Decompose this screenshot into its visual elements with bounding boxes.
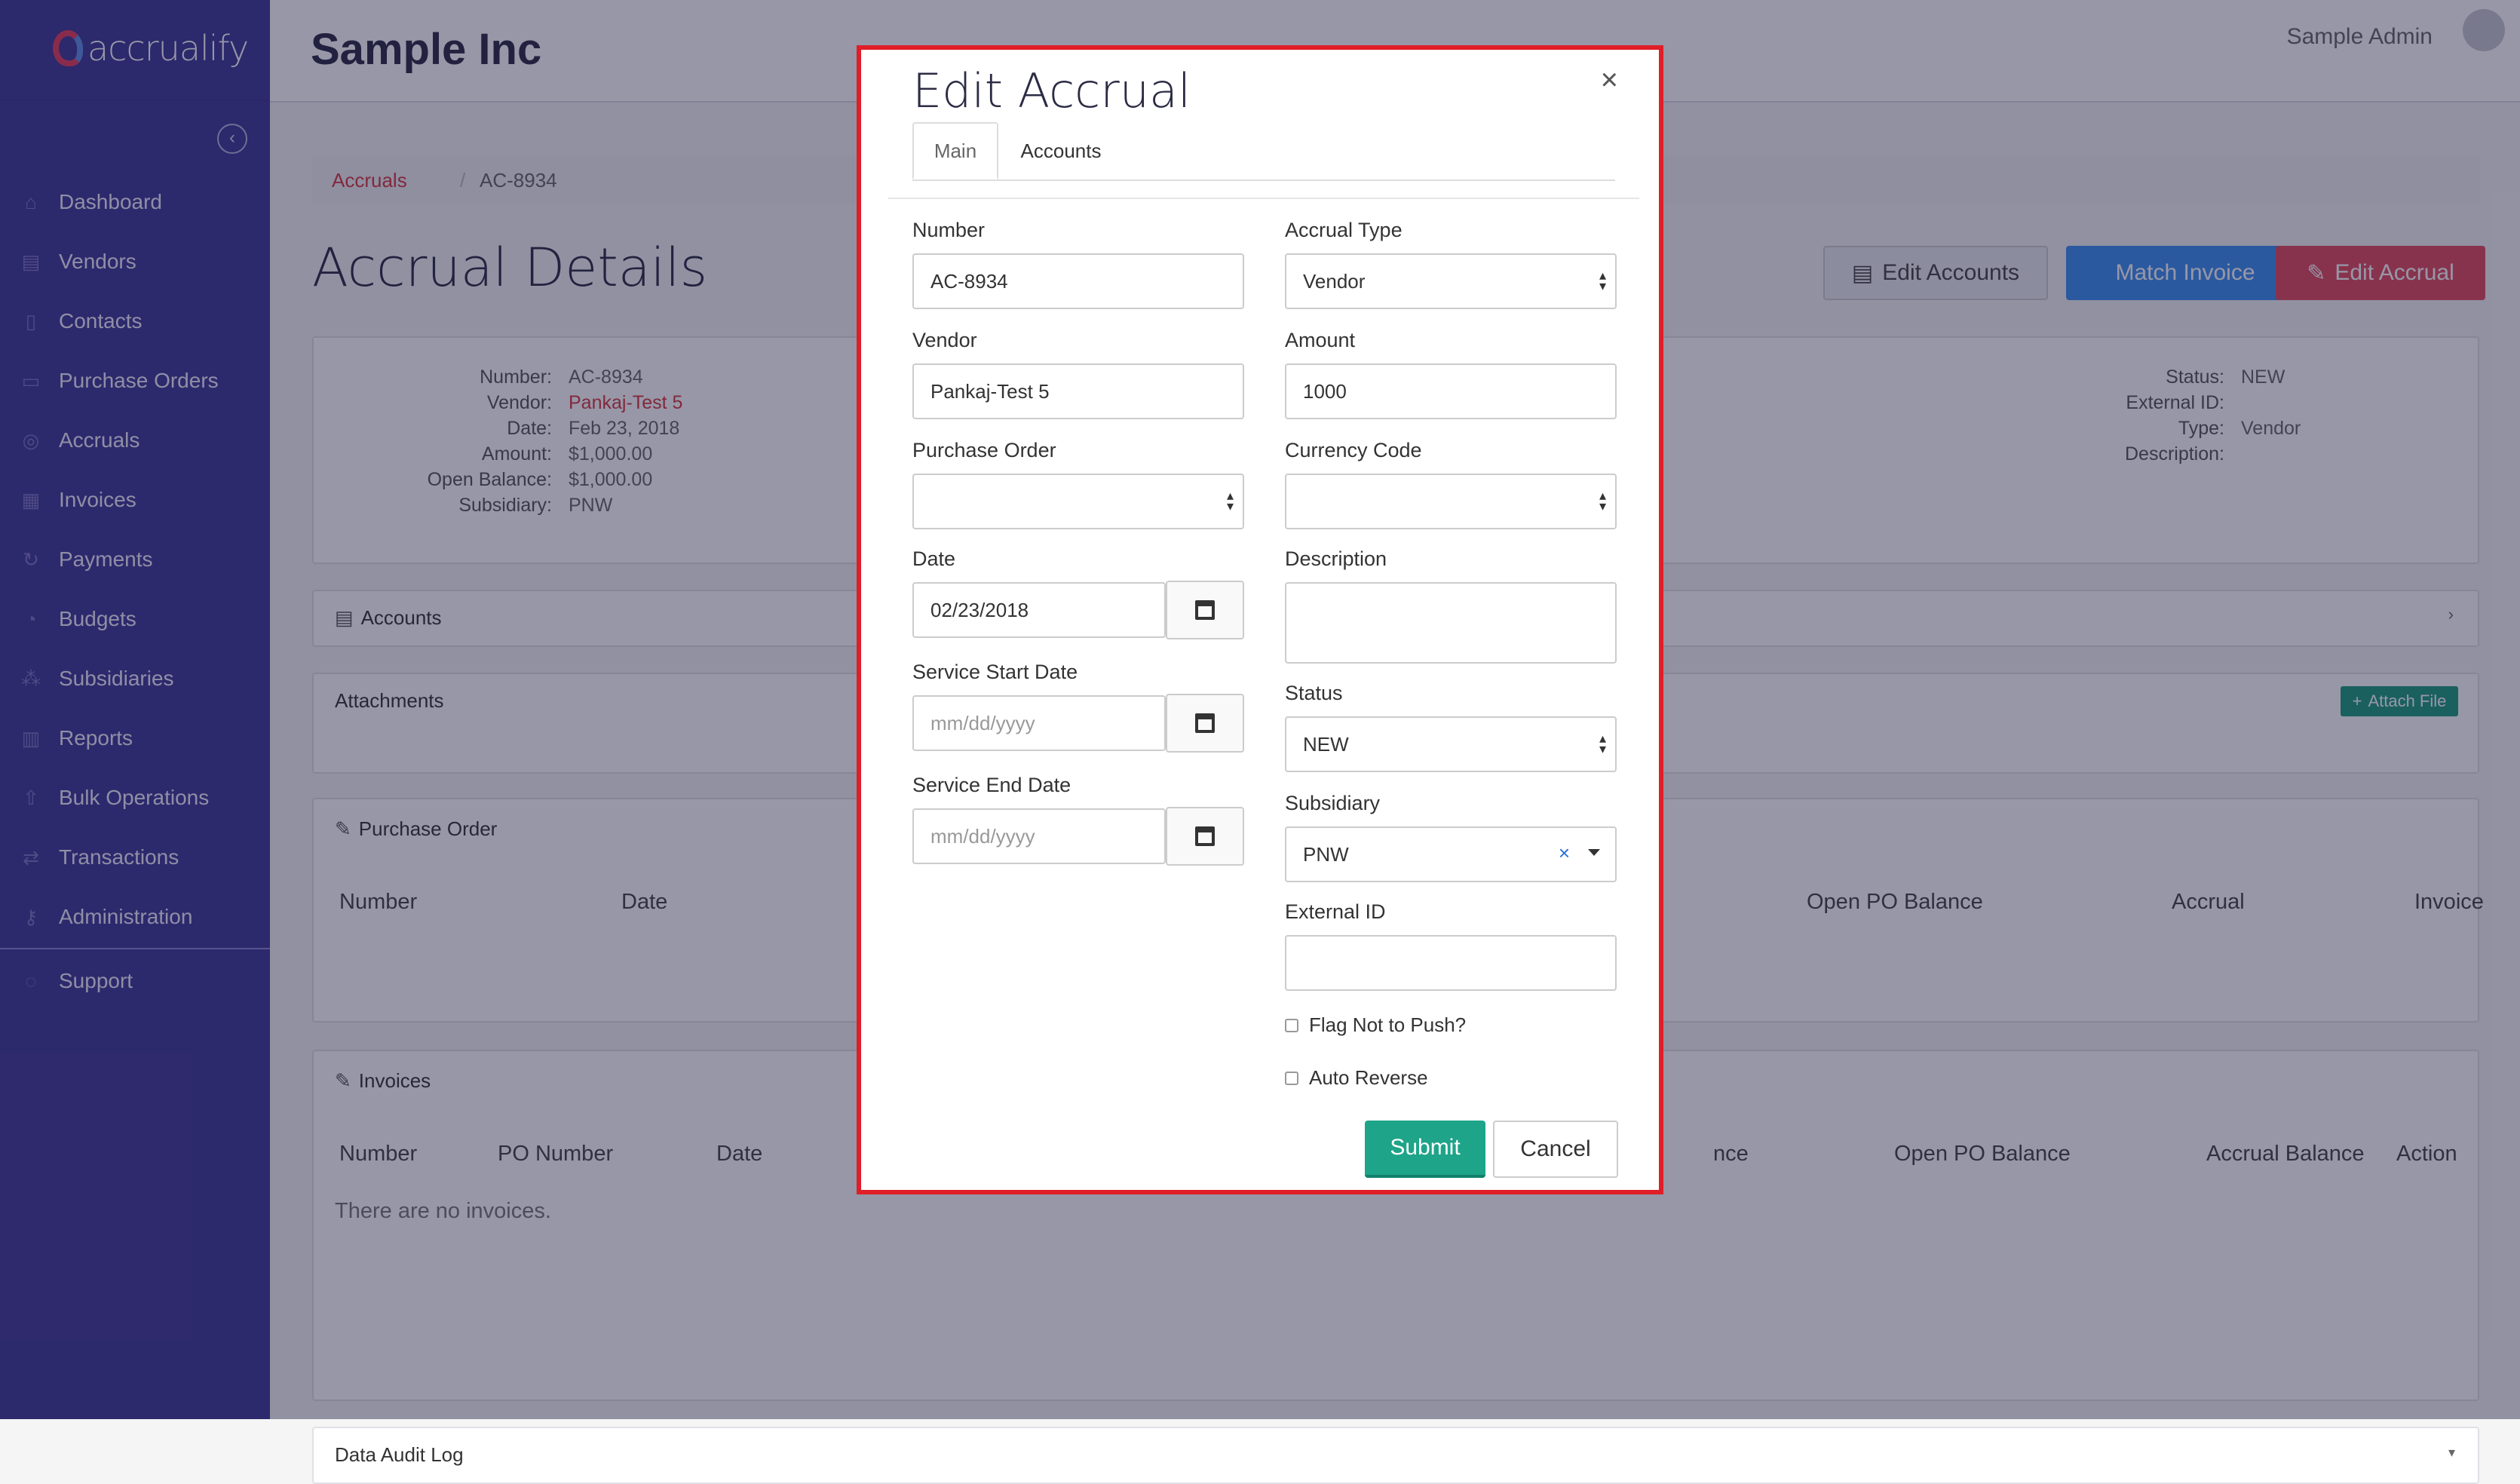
purchase-order-label: Purchase Order xyxy=(912,439,1056,461)
calendar-icon xyxy=(1195,600,1215,620)
status-select[interactable]: NEW ▴ ▾ xyxy=(1285,716,1617,772)
number-input[interactable]: AC-8934 xyxy=(912,253,1244,309)
accrual-type-value: Vendor xyxy=(1303,269,1366,293)
purchase-order-select[interactable]: ▴ ▾ xyxy=(912,474,1244,529)
amount-label: Amount xyxy=(1285,329,1356,351)
clear-icon[interactable]: × xyxy=(1559,842,1570,865)
status-value: NEW xyxy=(1303,732,1349,756)
auto-reverse-checkbox[interactable] xyxy=(1285,1071,1298,1085)
service-end-input[interactable]: mm/dd/yyyy xyxy=(912,808,1166,864)
service-end-calendar-button[interactable] xyxy=(1166,807,1244,866)
number-label: Number xyxy=(912,219,986,241)
status-label: Status xyxy=(1285,682,1343,704)
tab-main[interactable]: Main xyxy=(912,122,998,179)
edit-accrual-modal: Edit Accrual × Main Accounts Number AC-8… xyxy=(857,45,1663,1194)
tab-accounts[interactable]: Accounts xyxy=(1018,122,1104,179)
submit-button[interactable]: Submit xyxy=(1365,1121,1485,1178)
date-calendar-button[interactable] xyxy=(1166,581,1244,639)
subsidiary-label: Subsidiary xyxy=(1285,792,1381,814)
service-start-input[interactable]: mm/dd/yyyy xyxy=(912,695,1166,751)
accrual-type-label: Accrual Type xyxy=(1285,219,1403,241)
subsidiary-value: PNW xyxy=(1303,842,1349,866)
audit-log-title: Data Audit Log xyxy=(335,1443,464,1466)
date-label: Date xyxy=(912,547,956,570)
auto-reverse-label: Auto Reverse xyxy=(1309,1066,1428,1089)
currency-code-label: Currency Code xyxy=(1285,439,1422,461)
audit-log-panel[interactable]: Data Audit Log ▾ xyxy=(312,1427,2479,1484)
close-icon[interactable]: × xyxy=(1601,63,1618,97)
description-textarea[interactable] xyxy=(1285,582,1617,664)
accrual-type-select[interactable]: Vendor ▴ ▾ xyxy=(1285,253,1617,309)
calendar-icon xyxy=(1195,713,1215,733)
subsidiary-select[interactable]: PNW × xyxy=(1285,826,1617,882)
chevron-down-icon[interactable]: ▾ xyxy=(2448,1445,2455,1461)
service-start-label: Service Start Date xyxy=(912,661,1078,683)
service-start-calendar-button[interactable] xyxy=(1166,694,1244,753)
date-input[interactable]: 02/23/2018 xyxy=(912,582,1166,638)
currency-code-select[interactable]: ▴ ▾ xyxy=(1285,474,1617,529)
select-arrows-icon: ▴ ▾ xyxy=(1599,731,1606,756)
modal-tabs: Main Accounts xyxy=(912,122,1615,181)
description-label: Description xyxy=(1285,547,1387,570)
flag-not-push-checkbox-row[interactable]: Flag Not to Push? xyxy=(1285,1013,1466,1037)
service-end-label: Service End Date xyxy=(912,774,1071,796)
vendor-label: Vendor xyxy=(912,329,977,351)
vendor-input[interactable]: Pankaj-Test 5 xyxy=(912,363,1244,419)
flag-not-push-label: Flag Not to Push? xyxy=(1309,1013,1467,1036)
modal-divider xyxy=(888,198,1639,199)
calendar-icon xyxy=(1195,826,1215,846)
amount-input[interactable]: 1000 xyxy=(1285,363,1617,419)
modal-title: Edit Accrual xyxy=(912,63,1191,118)
select-arrows-icon: ▴ ▾ xyxy=(1599,488,1606,514)
cancel-button[interactable]: Cancel xyxy=(1493,1121,1618,1178)
flag-not-push-checkbox[interactable] xyxy=(1285,1018,1298,1032)
external-id-input[interactable] xyxy=(1285,935,1617,991)
select-arrows-icon: ▴ ▾ xyxy=(1226,488,1234,514)
caret-down-icon[interactable] xyxy=(1588,849,1600,856)
auto-reverse-checkbox-row[interactable]: Auto Reverse xyxy=(1285,1066,1428,1090)
select-arrows-icon: ▴ ▾ xyxy=(1599,268,1606,293)
external-id-label: External ID xyxy=(1285,900,1386,923)
